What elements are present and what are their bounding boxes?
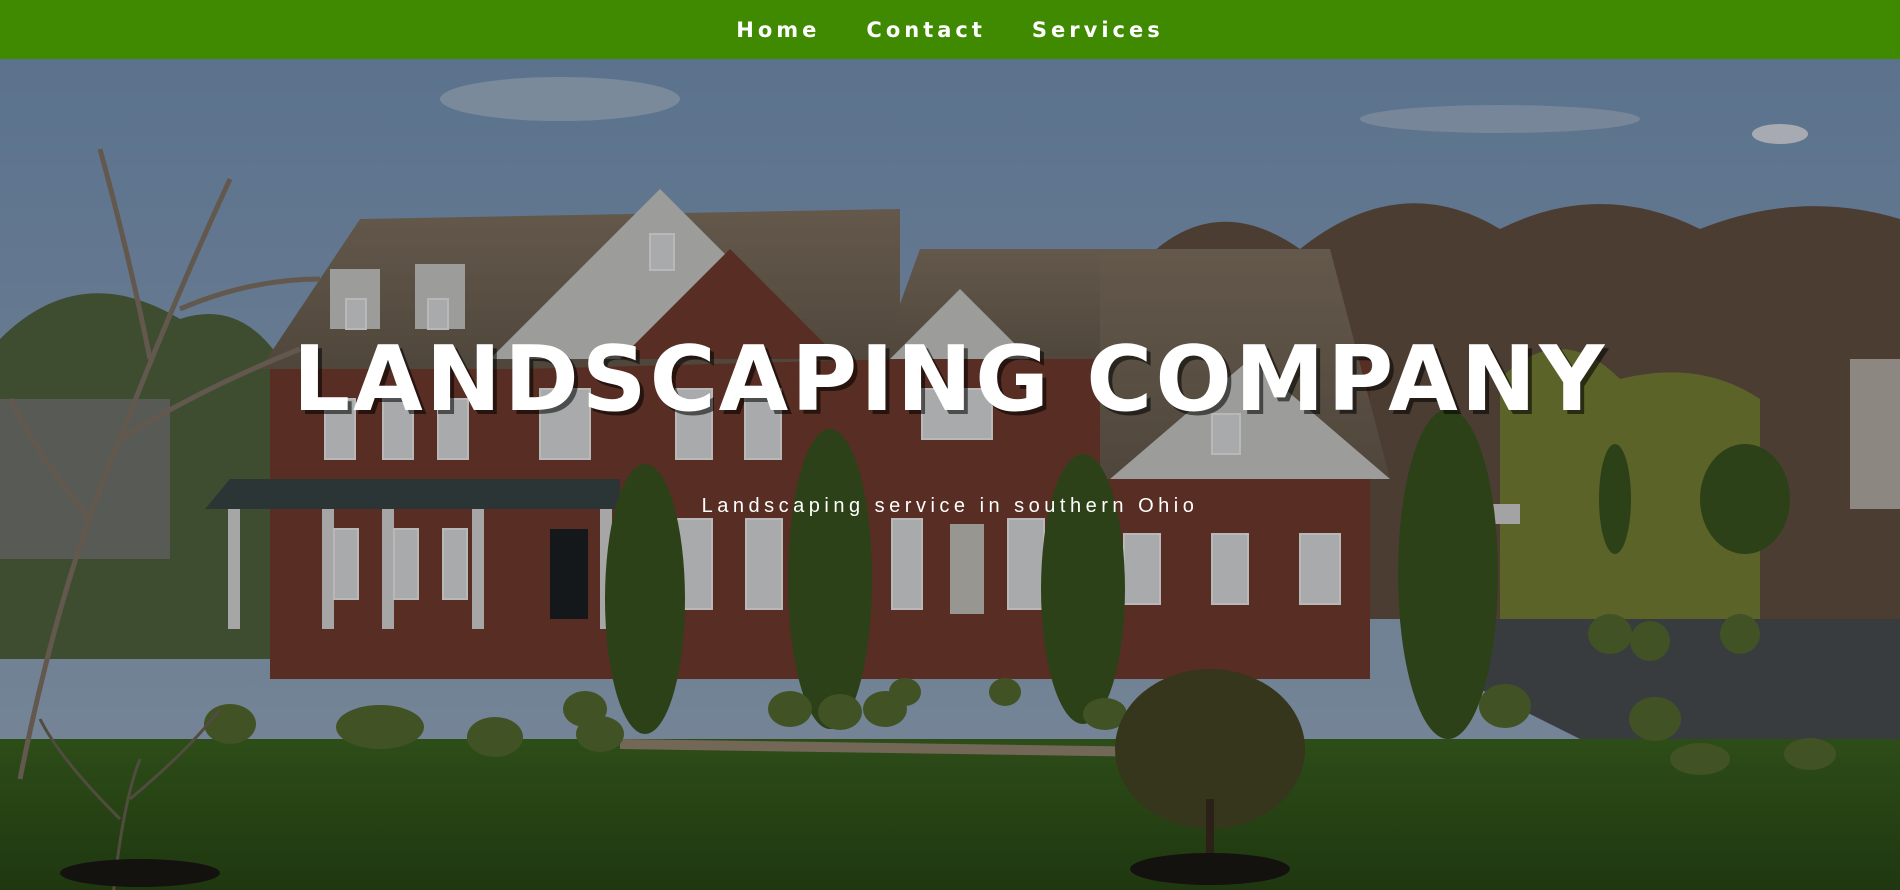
nav-home-link[interactable]: Home xyxy=(736,18,820,42)
hero-title: LANDSCAPING COMPANY xyxy=(292,327,1608,432)
top-navbar: Home Contact Services xyxy=(0,0,1900,59)
hero-section: LANDSCAPING COMPANY Landscaping service … xyxy=(0,59,1900,890)
nav-contact-link[interactable]: Contact xyxy=(866,18,986,42)
hero-subtitle: Landscaping service in southern Ohio xyxy=(701,495,1199,517)
nav-services-link[interactable]: Services xyxy=(1032,18,1164,42)
hero-dark-overlay xyxy=(0,59,1900,890)
